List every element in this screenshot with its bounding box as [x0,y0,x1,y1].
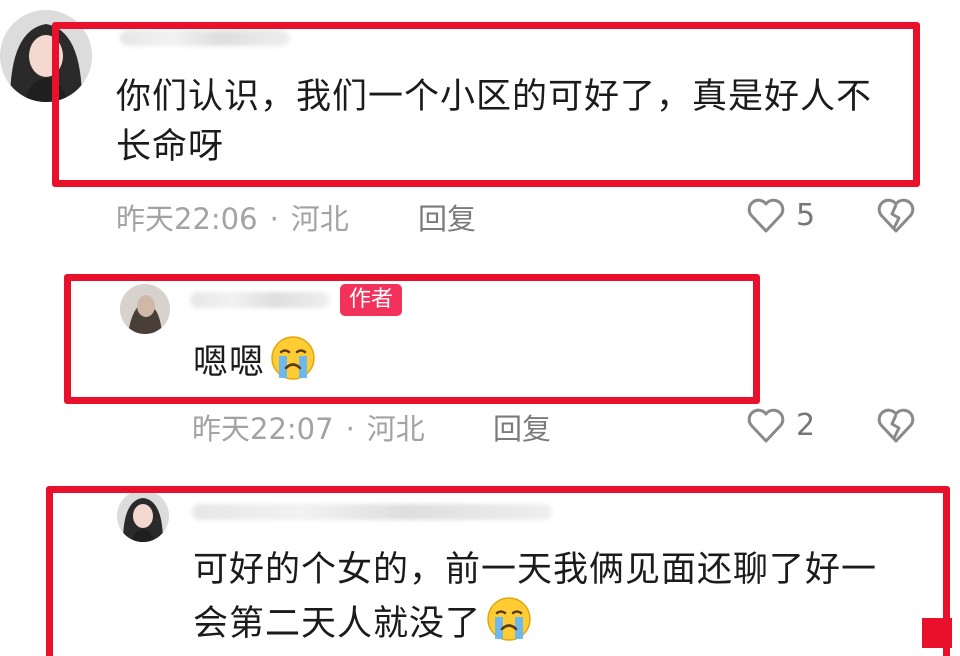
broken-heart-icon [877,408,915,443]
dislike-button[interactable] [876,406,916,444]
comment-location: 河北 [290,202,349,236]
broken-heart-icon [877,198,915,233]
like-button[interactable]: 2 [746,406,815,444]
comment-text-content: 嗯嗯 [193,343,266,383]
comment-meta: 昨天22:07 · 河北 [192,406,425,448]
comment-text: 可好的个女的，前一天我俩见面还聊了好一会第二天人就没了 [193,545,903,649]
crying-face-emoji-icon [271,336,315,380]
meta-separator: · [345,412,355,446]
heart-outline-icon [747,198,785,233]
like-count: 5 [796,197,816,233]
comment-text: 你们认识，我们一个小区的可好了，真是好人不长命呀 [116,77,873,167]
comment-time: 昨天22:06 [116,202,258,236]
reply-button[interactable]: 回复 [418,196,476,238]
reply-button[interactable]: 回复 [493,406,551,448]
dislike-button[interactable] [876,196,916,234]
like-button[interactable]: 5 [746,196,815,234]
comment-text: 嗯嗯 [193,334,593,388]
comment-time: 昨天22:07 [192,412,334,446]
like-count: 2 [796,407,816,443]
heart-outline-icon [747,408,785,443]
comment-location: 河北 [366,412,425,446]
crying-face-emoji-icon [487,597,531,641]
meta-separator: · [269,202,279,236]
comment-text-content: 可好的个女的，前一天我俩见面还聊了好一会第二天人就没了 [193,550,878,644]
corner-badge [922,618,952,648]
comment-meta: 昨天22:06 · 河北 [116,196,349,238]
